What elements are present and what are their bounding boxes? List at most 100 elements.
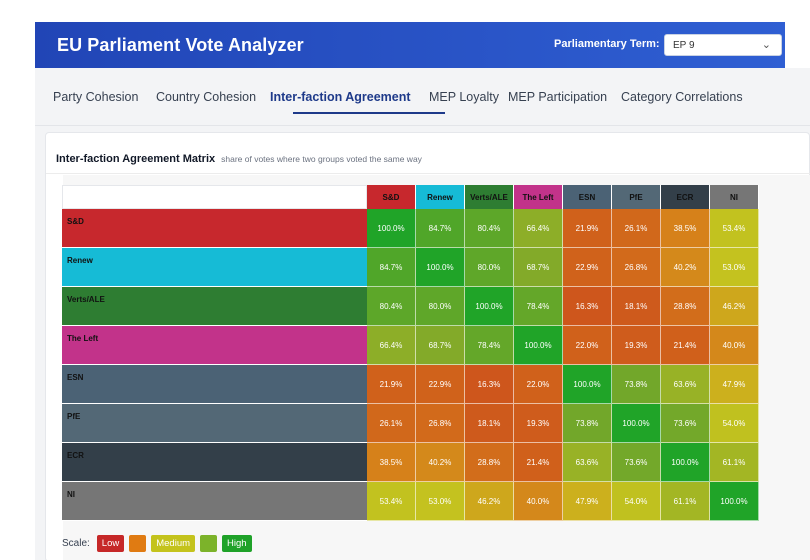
matrix-cell-pfe-ni: 54.0% [710,404,759,443]
row-header-s-d: S&D [62,209,367,248]
scale-medium-chip: Medium [151,535,196,552]
matrix-corner [62,185,367,209]
matrix-cell-verts-ale-pfe: 18.1% [612,287,661,326]
term-select-value: EP 9 [673,39,695,51]
matrix-cell-esn-esn: 100.0% [563,365,612,404]
matrix-cell-esn-the-left: 22.0% [514,365,563,404]
matrix-cell-ni-pfe: 54.0% [612,482,661,521]
matrix-cell-esn-pfe: 73.8% [612,365,661,404]
matrix-cell-ecr-renew: 40.2% [416,443,465,482]
matrix-cell-ni-ni: 100.0% [710,482,759,521]
matrix-cell-renew-pfe: 26.8% [612,248,661,287]
row-header-ecr: ECR [62,443,367,482]
matrix-cell-the-left-renew: 68.7% [416,326,465,365]
card-header: Inter-faction Agreement Matrix share of v… [56,149,422,167]
matrix-cell-the-left-pfe: 19.3% [612,326,661,365]
tab-bar: Party Cohesion Country Cohesion Inter-fa… [35,68,810,126]
card-divider [46,173,810,174]
matrix-cell-ecr-esn: 63.6% [563,443,612,482]
matrix-cell-ni-verts-ale: 46.2% [465,482,514,521]
matrix-cell-ecr-verts-ale: 28.8% [465,443,514,482]
app-header: EU Parliament Vote Analyzer Parliamentar… [35,22,785,68]
matrix-cell-s-d-pfe: 26.1% [612,209,661,248]
matrix-cell-ni-s-d: 53.4% [367,482,416,521]
matrix-cell-s-d-the-left: 66.4% [514,209,563,248]
column-header-esn: ESN [563,185,612,209]
matrix-cell-the-left-the-left: 100.0% [514,326,563,365]
matrix-cell-verts-ale-verts-ale: 100.0% [465,287,514,326]
card-title: Inter-faction Agreement Matrix [56,153,216,165]
row-header-the-left: The Left [62,326,367,365]
matrix-cell-pfe-ecr: 73.6% [661,404,710,443]
matrix-cell-esn-s-d: 21.9% [367,365,416,404]
chevron-down-icon: ⌄ [761,39,771,51]
tab-category-correlations[interactable]: Category Correlations [621,90,743,104]
matrix-cell-the-left-esn: 22.0% [563,326,612,365]
column-header-s-d: S&D [367,185,416,209]
app-title: EU Parliament Vote Analyzer [57,34,304,55]
matrix-cell-ecr-ni: 61.1% [710,443,759,482]
matrix-cell-renew-ni: 53.0% [710,248,759,287]
card-subtitle: share of votes where two groups voted th… [221,154,422,164]
matrix-cell-the-left-verts-ale: 78.4% [465,326,514,365]
matrix-cell-ni-the-left: 40.0% [514,482,563,521]
matrix-cell-ni-esn: 47.9% [563,482,612,521]
matrix-cell-pfe-renew: 26.8% [416,404,465,443]
matrix-cell-verts-ale-s-d: 80.4% [367,287,416,326]
matrix-cell-s-d-esn: 21.9% [563,209,612,248]
row-header-esn: ESN [62,365,367,404]
scale-legend: Scale: Low Medium High [62,535,252,552]
tab-inter-faction-agreement[interactable]: Inter-faction Agreement [270,90,411,104]
row-header-pfe: PfE [62,404,367,443]
matrix-cell-esn-renew: 22.9% [416,365,465,404]
column-header-pfe: PfE [612,185,661,209]
tab-party-cohesion[interactable]: Party Cohesion [53,90,138,104]
matrix-cell-verts-ale-ni: 46.2% [710,287,759,326]
column-header-ecr: ECR [661,185,710,209]
matrix-cell-esn-verts-ale: 16.3% [465,365,514,404]
matrix-cell-renew-the-left: 68.7% [514,248,563,287]
matrix-cell-s-d-renew: 84.7% [416,209,465,248]
column-header-ni: NI [710,185,759,209]
matrix-cell-ecr-ecr: 100.0% [661,443,710,482]
matrix-cell-esn-ecr: 63.6% [661,365,710,404]
matrix-cell-renew-renew: 100.0% [416,248,465,287]
tab-mep-participation[interactable]: MEP Participation [508,90,607,104]
matrix-cell-ni-renew: 53.0% [416,482,465,521]
matrix-cell-pfe-esn: 73.8% [563,404,612,443]
matrix-cell-the-left-s-d: 66.4% [367,326,416,365]
matrix-cell-s-d-ni: 53.4% [710,209,759,248]
matrix-cell-pfe-verts-ale: 18.1% [465,404,514,443]
matrix-cell-verts-ale-esn: 16.3% [563,287,612,326]
row-header-renew: Renew [62,248,367,287]
matrix-cell-verts-ale-the-left: 78.4% [514,287,563,326]
scale-low-chip: Low [96,535,125,552]
scale-medium-high-chip [200,535,218,552]
matrix-cell-pfe-the-left: 19.3% [514,404,563,443]
matrix-cell-ecr-s-d: 38.5% [367,443,416,482]
row-header-verts-ale: Verts/ALE [62,287,367,326]
matrix-cell-s-d-ecr: 38.5% [661,209,710,248]
matrix-cell-s-d-verts-ale: 80.4% [465,209,514,248]
active-tab-indicator [293,112,445,114]
matrix-cell-renew-verts-ale: 80.0% [465,248,514,287]
matrix-cell-ecr-pfe: 73.6% [612,443,661,482]
app-window: EU Parliament Vote Analyzer Parliamentar… [0,0,810,560]
scale-label: Scale: [62,538,90,549]
matrix-cell-renew-s-d: 84.7% [367,248,416,287]
term-select[interactable]: EP 9 ⌄ [664,34,782,56]
matrix-cell-the-left-ni: 40.0% [710,326,759,365]
column-header-verts-ale: Verts/ALE [465,185,514,209]
matrix-cell-the-left-ecr: 21.4% [661,326,710,365]
matrix-cell-esn-ni: 47.9% [710,365,759,404]
row-header-ni: NI [62,482,367,521]
column-header-the-left: The Left [514,185,563,209]
matrix-cell-renew-ecr: 40.2% [661,248,710,287]
tab-mep-loyalty[interactable]: MEP Loyalty [429,90,499,104]
matrix-cell-pfe-pfe: 100.0% [612,404,661,443]
tab-country-cohesion[interactable]: Country Cohesion [156,90,256,104]
scale-low-medium-chip [129,535,147,552]
matrix-cell-ni-ecr: 61.1% [661,482,710,521]
matrix-cell-renew-esn: 22.9% [563,248,612,287]
column-header-renew: Renew [416,185,465,209]
